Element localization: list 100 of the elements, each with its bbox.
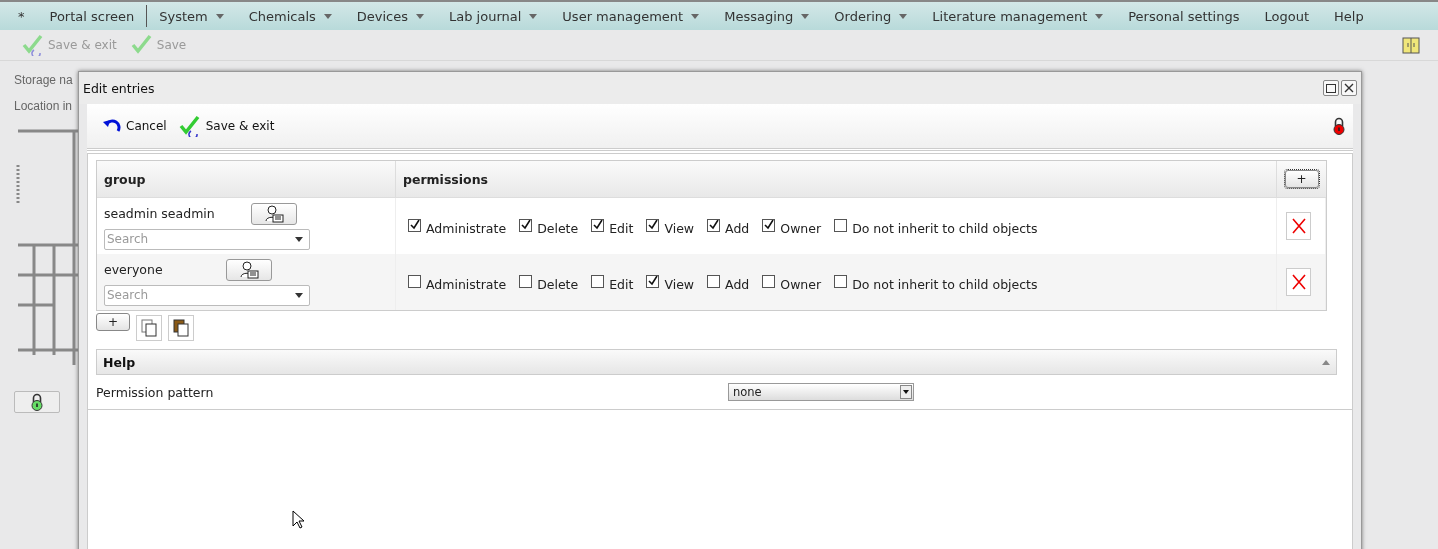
checkbox-label: Administrate — [426, 276, 507, 292]
user-list-icon — [264, 204, 284, 223]
undo-icon — [103, 119, 121, 133]
menu-item[interactable]: Lab journal — [437, 5, 551, 27]
caret-icon — [801, 13, 810, 19]
add-row-button[interactable]: + — [96, 313, 130, 331]
user-lookup-button[interactable] — [251, 202, 297, 225]
column-header: group — [97, 161, 396, 198]
permission-checkbox[interactable]: Owner — [762, 272, 822, 292]
permission-checkbox[interactable]: Do not inherit to child objects — [834, 216, 1038, 236]
checkbox[interactable] — [591, 274, 605, 288]
user-list-icon — [239, 260, 259, 279]
checkbox[interactable] — [519, 274, 533, 288]
dialog-title: Edit entries — [83, 80, 155, 96]
add-button[interactable]: + — [1284, 170, 1319, 188]
permission-checkbox[interactable]: Owner — [762, 216, 822, 236]
caret-icon — [295, 236, 303, 242]
checkbox-label: Owner — [780, 276, 822, 292]
mouse-cursor — [292, 510, 306, 530]
checkbox-label: Do not inherit to child objects — [852, 220, 1038, 236]
permission-checkbox[interactable]: Administrate — [408, 216, 507, 236]
caret-icon — [215, 13, 224, 19]
caret-icon — [323, 13, 332, 19]
pattern-select[interactable]: none — [728, 383, 914, 401]
field-label: Permission pattern — [96, 384, 215, 400]
checkbox[interactable] — [707, 274, 721, 288]
checkbox[interactable] — [707, 218, 721, 232]
checkbox[interactable] — [646, 218, 660, 232]
menu-item[interactable]: Chemicals — [236, 5, 345, 27]
permission-checkbox[interactable]: Administrate — [408, 272, 507, 292]
user-lookup-button[interactable] — [226, 258, 272, 281]
checkbox[interactable] — [519, 218, 533, 232]
caret-icon — [899, 13, 908, 19]
checkbox-label: View — [664, 220, 695, 236]
menu-item[interactable]: Devices — [344, 5, 437, 27]
paste-icon — [173, 319, 189, 337]
close-button[interactable] — [1341, 80, 1357, 96]
permission-checkbox[interactable]: Add — [707, 216, 750, 236]
group-name: seadmin seadmin — [104, 206, 215, 221]
maximize-button[interactable] — [1323, 80, 1339, 96]
lock-button[interactable] — [14, 391, 60, 413]
menu-item[interactable]: Ordering — [822, 5, 921, 27]
caret-icon — [691, 13, 700, 19]
menu-item[interactable]: Messaging — [712, 5, 823, 27]
delete-button[interactable] — [1286, 212, 1311, 240]
group-name: everyone — [104, 262, 163, 277]
checkbox-label: Edit — [609, 220, 634, 236]
check-icon — [130, 34, 153, 56]
help-section-header[interactable]: Help — [96, 349, 1337, 375]
caret-icon — [529, 13, 538, 19]
save-exit-button[interactable]: Save & exit — [178, 115, 275, 137]
menu-item[interactable]: Literature management — [920, 5, 1117, 27]
checkbox-label: Administrate — [426, 220, 507, 236]
x-icon — [1291, 218, 1306, 234]
menu-item[interactable]: Help — [1322, 5, 1377, 27]
permission-checkbox[interactable]: Do not inherit to child objects — [834, 272, 1038, 292]
menu-item[interactable]: System — [147, 5, 237, 27]
checkbox[interactable] — [834, 274, 848, 288]
cabinet-icon[interactable] — [1402, 36, 1420, 54]
cancel-button[interactable]: Cancel — [103, 119, 167, 133]
field-label: Location in — [14, 99, 74, 113]
permission-checkbox[interactable]: Edit — [591, 216, 634, 236]
delete-button[interactable] — [1286, 268, 1311, 296]
checkbox-label: Delete — [537, 220, 579, 236]
copy-button[interactable] — [136, 315, 162, 341]
menu-item[interactable]: Personal settings — [1116, 5, 1253, 27]
checkbox-label: Do not inherit to child objects — [852, 276, 1038, 292]
caret-up-icon — [1322, 359, 1330, 365]
permission-checkbox[interactable]: View — [646, 272, 695, 292]
lock-icon — [31, 393, 43, 411]
column-header: permissions — [396, 161, 1277, 198]
section-title: Help — [103, 354, 136, 370]
caret-icon — [295, 292, 303, 298]
menu-item[interactable]: * — [6, 5, 38, 27]
caret-icon — [903, 390, 909, 394]
checkbox[interactable] — [762, 218, 776, 232]
copy-icon — [141, 319, 157, 337]
permission-checkbox[interactable]: Edit — [591, 272, 634, 292]
menu-item[interactable]: Logout — [1252, 5, 1322, 27]
x-icon — [1291, 274, 1306, 290]
checkbox[interactable] — [591, 218, 605, 232]
caret-icon — [416, 13, 424, 19]
checkbox-label: View — [664, 276, 695, 292]
permission-checkbox[interactable]: View — [646, 216, 695, 236]
checkbox-label: Add — [725, 220, 750, 236]
paste-button[interactable] — [168, 315, 194, 341]
menu-item[interactable]: User management — [550, 5, 713, 27]
checkbox[interactable] — [834, 218, 848, 232]
checkbox-label: Add — [725, 276, 750, 292]
checkbox-label: Delete — [537, 276, 579, 292]
menu-item[interactable]: Portal screen — [37, 5, 148, 27]
checkbox[interactable] — [762, 274, 776, 288]
lock-icon — [1333, 117, 1345, 135]
checkbox[interactable] — [408, 218, 421, 232]
permission-checkbox[interactable]: Add — [707, 272, 750, 292]
permission-checkbox[interactable]: Delete — [519, 216, 579, 236]
permission-checkbox[interactable]: Delete — [519, 272, 579, 292]
checkbox-label: Edit — [609, 276, 634, 292]
checkbox[interactable] — [408, 274, 421, 288]
checkbox[interactable] — [646, 274, 660, 288]
